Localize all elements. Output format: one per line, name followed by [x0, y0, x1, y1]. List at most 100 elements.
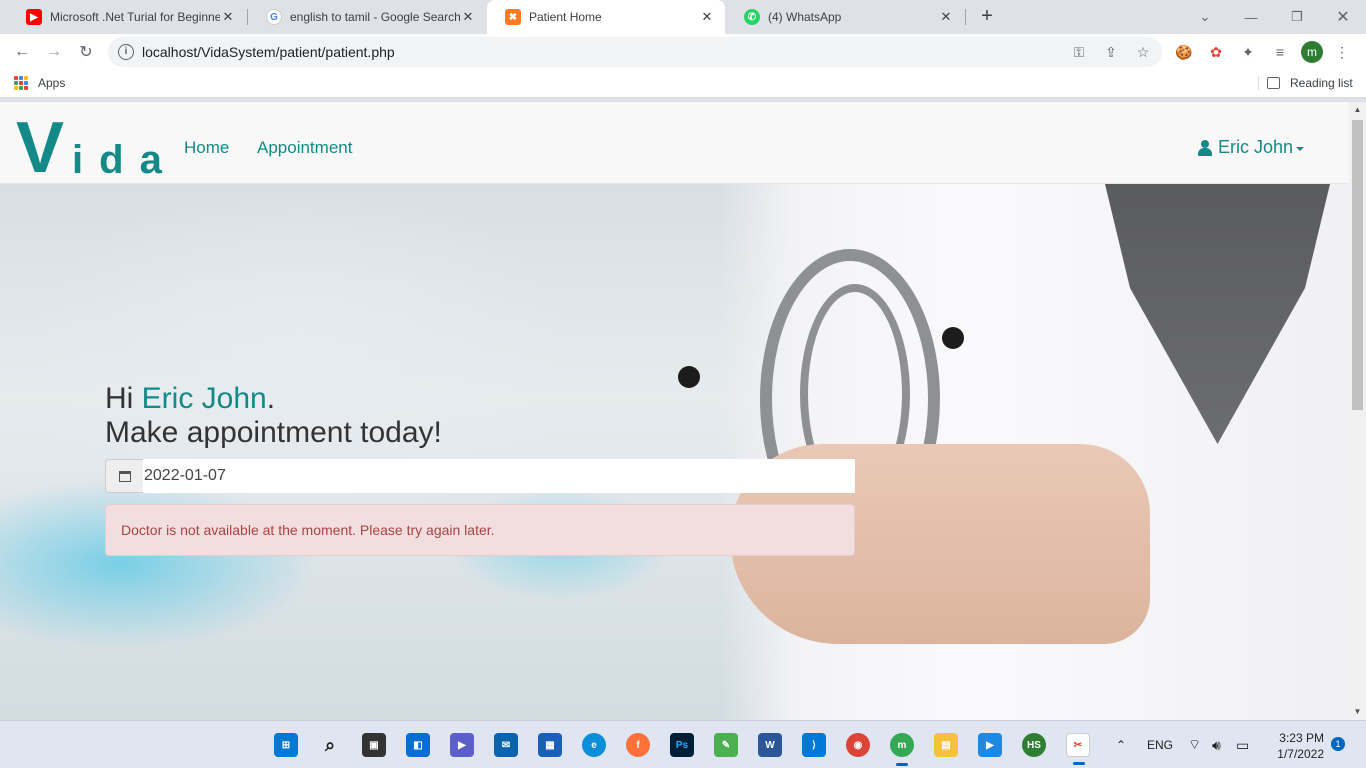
- hs-app-icon[interactable]: HS: [1022, 733, 1046, 757]
- clock-date: 1/7/2022: [1277, 747, 1324, 761]
- reload-button[interactable]: ↻: [74, 40, 98, 64]
- notification-badge[interactable]: 1: [1331, 737, 1345, 751]
- notepadpp-icon[interactable]: ✎: [714, 733, 738, 757]
- bookmark-star-icon[interactable]: ☆: [1134, 43, 1152, 61]
- greeting-subtitle: Make appointment today!: [105, 416, 442, 449]
- tab-title: english to tamil - Google Search: [290, 10, 460, 24]
- nav-appointment-link[interactable]: Appointment: [257, 138, 352, 158]
- scroll-up-icon[interactable]: ▲: [1349, 102, 1366, 118]
- site-info-icon[interactable]: i: [118, 44, 134, 60]
- minimize-button[interactable]: —: [1228, 0, 1274, 34]
- user-icon: [1198, 139, 1212, 156]
- greeting-heading: Hi Eric John. Make appointment today!: [105, 382, 442, 450]
- close-tab-icon[interactable]: ✕: [699, 9, 715, 25]
- greeting-patient-name: Eric John: [141, 382, 267, 415]
- page-scrollbar[interactable]: ▲ ▼: [1349, 102, 1366, 720]
- start-menu-icon[interactable]: ⊞: [274, 733, 298, 757]
- extensions-puzzle-icon[interactable]: ✦: [1238, 42, 1258, 62]
- vscode-icon[interactable]: ⟩: [802, 733, 826, 757]
- media-control-icon[interactable]: ≡: [1270, 42, 1290, 62]
- word-icon[interactable]: W: [758, 733, 782, 757]
- color-extension-icon[interactable]: ✿: [1206, 42, 1226, 62]
- user-name: Eric John: [1218, 137, 1294, 157]
- apps-bookmark[interactable]: Apps: [14, 76, 65, 90]
- stethoscope-earpiece-left: [678, 366, 700, 388]
- scroll-down-icon[interactable]: ▼: [1349, 704, 1366, 720]
- xampp-icon: ✖: [505, 9, 521, 25]
- language-indicator[interactable]: ENG: [1147, 721, 1173, 768]
- logo-rest: ida: [72, 138, 178, 182]
- photoshop-icon[interactable]: Ps: [670, 733, 694, 757]
- greeting-suffix: .: [266, 382, 276, 415]
- store-icon[interactable]: ▦: [538, 733, 562, 757]
- cookie-extension-icon[interactable]: 🍪: [1174, 42, 1194, 62]
- wifi-icon[interactable]: ⌔: [1188, 721, 1201, 768]
- close-tab-icon[interactable]: ✕: [460, 9, 476, 25]
- user-dropdown[interactable]: Eric John: [1198, 137, 1305, 158]
- clock-time: 3:23 PM: [1279, 731, 1324, 745]
- tab-whatsapp[interactable]: ✆ (4) WhatsApp ✕: [726, 0, 964, 34]
- profile-avatar[interactable]: m: [1301, 41, 1323, 63]
- media-player-icon[interactable]: ▶: [978, 733, 1002, 757]
- file-explorer-icon[interactable]: ▤: [934, 733, 958, 757]
- restore-button[interactable]: ❐: [1274, 0, 1320, 34]
- logo-letter-v: V: [16, 108, 65, 188]
- appointment-date-input[interactable]: [143, 459, 855, 493]
- edge-icon[interactable]: e: [582, 733, 606, 757]
- url-text: localhost/VidaSystem/patient/patient.php: [142, 44, 395, 60]
- tab-patient-home[interactable]: ✖ Patient Home ✕: [487, 0, 725, 34]
- search-icon[interactable]: ⌕: [318, 733, 342, 757]
- scrollbar-thumb[interactable]: [1352, 120, 1363, 410]
- firefox-icon[interactable]: f: [626, 733, 650, 757]
- tab-youtube[interactable]: ▶ Microsoft .Net Turial for Beginne ✕: [8, 0, 246, 34]
- site-navbar: V ida Home Appointment Eric John: [0, 102, 1349, 184]
- calendar-addon: [105, 459, 143, 493]
- new-tab-button[interactable]: +: [976, 6, 998, 28]
- tab-google-search[interactable]: G english to tamil - Google Search ✕: [248, 0, 486, 34]
- show-hidden-icons[interactable]: ⌃: [1116, 721, 1126, 768]
- mail-icon[interactable]: ✉: [494, 733, 518, 757]
- key-icon[interactable]: ⚿: [1070, 43, 1088, 61]
- menu-kebab-icon[interactable]: ⋮: [1332, 42, 1352, 62]
- close-window-button[interactable]: ✕: [1320, 0, 1366, 34]
- youtube-icon: ▶: [26, 9, 42, 25]
- snipping-tool-icon[interactable]: ✂: [1066, 733, 1090, 765]
- teams-chat-icon[interactable]: ▶: [450, 733, 474, 757]
- bookmarks-bar: Apps Reading list: [0, 70, 1366, 98]
- page-viewport: V ida Home Appointment Eric John Hi Eric…: [0, 102, 1366, 720]
- nav-home-link[interactable]: Home: [184, 138, 229, 158]
- greeting-prefix: Hi: [105, 382, 142, 415]
- close-tab-icon[interactable]: ✕: [220, 9, 236, 25]
- volume-icon[interactable]: 🔊︎: [1212, 721, 1221, 768]
- chrome-icon[interactable]: ◉: [846, 733, 870, 757]
- reading-list-button[interactable]: Reading list: [1258, 76, 1353, 90]
- back-button[interactable]: ←: [10, 40, 34, 64]
- calendar-icon: [118, 470, 131, 482]
- appointment-date-group: [105, 459, 855, 493]
- address-bar[interactable]: i localhost/VidaSystem/patient/patient.p…: [108, 37, 1162, 67]
- tab-search-icon[interactable]: ⌄: [1182, 0, 1228, 34]
- reading-list-label: Reading list: [1290, 76, 1353, 90]
- chrome-profile-icon[interactable]: m: [890, 733, 914, 766]
- close-tab-icon[interactable]: ✕: [938, 9, 954, 25]
- task-view-icon[interactable]: ▣: [362, 733, 386, 757]
- whatsapp-icon: ✆: [744, 9, 760, 25]
- caret-down-icon: [1296, 147, 1305, 151]
- forward-button[interactable]: →: [42, 40, 66, 64]
- hero-section: Hi Eric John. Make appointment today! Do…: [0, 184, 1349, 720]
- tab-title: Microsoft .Net Turial for Beginne: [50, 10, 220, 24]
- share-icon[interactable]: ⇪: [1102, 43, 1120, 61]
- stethoscope-earpiece-right: [942, 327, 964, 349]
- tab-title: (4) WhatsApp: [768, 10, 842, 24]
- system-clock[interactable]: 3:23 PM 1/7/2022: [1264, 730, 1324, 762]
- battery-icon[interactable]: ▭: [1236, 721, 1249, 768]
- windows-taskbar: ⊞ ⌕ ▣ ◧ ▶ ✉ ▦ e f Ps ✎ W ⟩ ◉ m ▤ ▶ HS ✂ …: [0, 720, 1366, 768]
- reading-list-icon: [1267, 77, 1280, 89]
- apps-grid-icon: [14, 76, 28, 90]
- tab-divider: [965, 9, 966, 25]
- widgets-icon[interactable]: ◧: [406, 733, 430, 757]
- availability-alert: Doctor is not available at the moment. P…: [105, 504, 855, 556]
- apps-label: Apps: [38, 76, 66, 90]
- browser-toolbar: ← → ↻ i localhost/VidaSystem/patient/pat…: [0, 34, 1366, 70]
- site-logo[interactable]: V ida: [16, 108, 178, 188]
